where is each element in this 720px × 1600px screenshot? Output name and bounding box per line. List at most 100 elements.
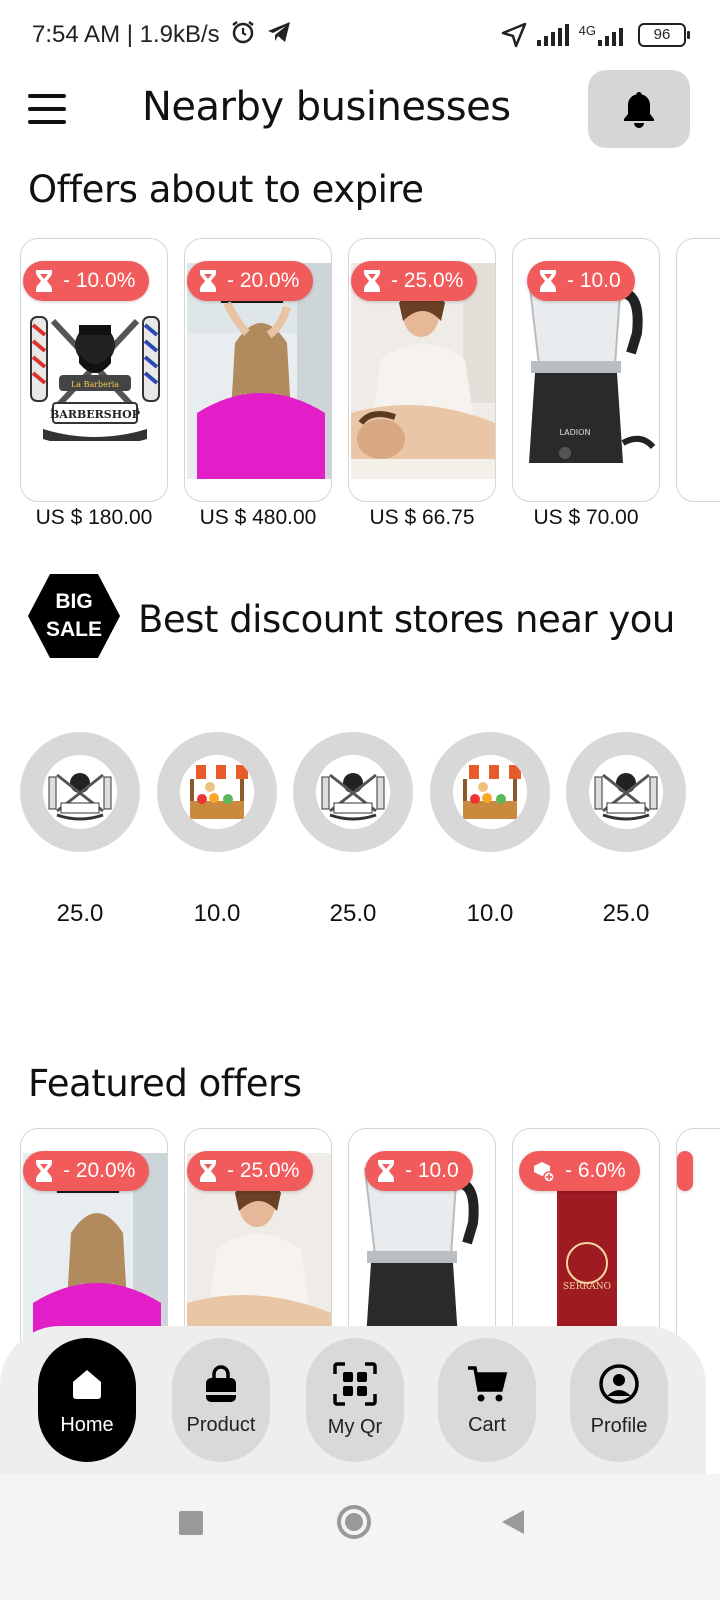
battery-indicator: 96 — [638, 23, 690, 47]
status-bar: 7:54 AM | 1.9kB/s 4G 96 — [0, 0, 720, 70]
badge-label: - 10.0% — [63, 269, 136, 292]
offer-card[interactable]: LADION - 10.0 — [512, 238, 660, 502]
nav-cart-label: Cart — [468, 1413, 506, 1436]
store-item[interactable]: 25.0 — [293, 732, 413, 928]
hamburger-icon — [28, 94, 66, 98]
market-stall-thumb — [453, 755, 527, 829]
offer-card[interactable]: - 20.0% — [184, 238, 332, 502]
telegram-icon — [266, 20, 292, 51]
featured-offers-carousel[interactable]: - 20.0% - 25.0% - 10.0 SERRANO - 6.0% — [20, 1128, 720, 1348]
status-time: 7:54 AM | 1.9kB/s — [32, 21, 220, 48]
market-stall-thumb — [180, 755, 254, 829]
discount-badge: - 20.0% — [187, 261, 314, 301]
expiring-section-title: Offers about to expire — [28, 168, 424, 211]
badge-label: - 10.0 — [405, 1159, 459, 1182]
shopping-bag-icon — [206, 1364, 236, 1402]
featured-card[interactable]: - 10.0 — [348, 1128, 496, 1348]
store-item[interactable]: 25.0 — [566, 732, 686, 928]
nav-profile-label: Profile — [590, 1414, 648, 1437]
nav-home[interactable]: Home — [38, 1338, 136, 1462]
bell-icon — [624, 92, 654, 128]
offer-price: US $ 480.00 — [199, 506, 317, 529]
store-item[interactable]: 25.0 — [20, 732, 140, 928]
bottom-navigation: Home Product My Qr Cart Profile — [0, 1326, 706, 1474]
store-item[interactable]: 10.0 — [430, 732, 550, 928]
badge-label: - 10.0 — [567, 269, 621, 292]
discount-stores-list[interactable]: 25.0 10.0 25.0 10.0 25.0 — [20, 732, 700, 942]
big-sale-line1: BIG — [55, 590, 92, 613]
hourglass-icon — [540, 270, 556, 292]
barbershop-logo-thumb — [589, 755, 663, 829]
page-title: Nearby businesses — [142, 84, 511, 130]
hourglass-icon — [200, 1160, 216, 1182]
menu-button[interactable] — [28, 94, 66, 124]
badge-label: - 6.0% — [565, 1159, 626, 1182]
offer-card[interactable]: La Barberia BARBERSHOP - 10.0% — [20, 238, 168, 502]
home-system-icon[interactable] — [336, 1504, 372, 1540]
featured-card[interactable]: SERRANO - 6.0% — [512, 1128, 660, 1348]
back-icon[interactable] — [500, 1508, 526, 1536]
discount-badge — [677, 1151, 693, 1191]
discount-badge: - 25.0% — [187, 1151, 314, 1191]
offer-price: US $ 66.75 — [369, 506, 475, 529]
signal-4g-icon — [598, 24, 628, 46]
location-arrow-icon — [501, 22, 527, 48]
store-discount: 25.0 — [56, 900, 104, 927]
hourglass-icon — [36, 1160, 52, 1182]
qr-code-icon — [333, 1361, 377, 1406]
svg-text:LADION: LADION — [560, 428, 591, 437]
cart-icon — [468, 1365, 508, 1401]
discount-badge: - 10.0% — [23, 261, 150, 301]
discount-badge: - 10.0 — [365, 1151, 473, 1191]
store-discount: 10.0 — [466, 900, 514, 927]
network-type: 4G — [578, 23, 596, 38]
recent-apps-icon[interactable] — [178, 1510, 204, 1536]
expiring-offers-carousel[interactable]: La Barberia BARBERSHOP - 10.0% US $ 180.… — [20, 238, 720, 538]
badge-label: - 20.0% — [227, 269, 300, 292]
svg-text:SERRANO: SERRANO — [563, 1282, 611, 1292]
alarm-icon — [230, 19, 256, 52]
featured-card[interactable]: - 20.0% — [20, 1128, 168, 1348]
barbershop-logo-thumb — [316, 755, 390, 829]
featured-card[interactable]: - 25.0% — [184, 1128, 332, 1348]
featured-card[interactable] — [676, 1128, 720, 1348]
big-sale-line2: SALE — [46, 618, 102, 641]
nav-myqr-label: My Qr — [327, 1415, 383, 1438]
badge-label: - 20.0% — [63, 1159, 136, 1182]
signal-icon — [536, 24, 569, 46]
store-discount: 10.0 — [193, 900, 241, 927]
nav-myqr[interactable]: My Qr — [306, 1338, 404, 1462]
nav-home-label: Home — [60, 1413, 114, 1436]
featured-section-title: Featured offers — [28, 1062, 302, 1105]
barbershop-logo-thumb — [43, 755, 117, 829]
svg-text:La Barberia: La Barberia — [71, 380, 119, 389]
hourglass-icon — [36, 270, 52, 292]
nav-profile[interactable]: Profile — [570, 1338, 668, 1462]
offer-price: US $ 70.00 — [533, 506, 639, 529]
nav-cart[interactable]: Cart — [438, 1338, 536, 1462]
store-item[interactable]: 10.0 — [157, 732, 277, 928]
hourglass-icon — [200, 270, 216, 292]
discount-badge: - 25.0% — [351, 261, 478, 301]
hourglass-icon — [378, 1160, 394, 1182]
offer-card[interactable]: - 25.0% — [348, 238, 496, 502]
discount-badge: - 20.0% — [23, 1151, 150, 1191]
discount-badge: - 6.0% — [519, 1151, 640, 1191]
hourglass-icon — [364, 270, 380, 292]
app-bar: Nearby businesses — [0, 70, 720, 150]
store-discount: 25.0 — [602, 900, 650, 927]
nav-product-label: Product — [186, 1413, 256, 1436]
offer-card[interactable] — [676, 238, 720, 502]
profile-icon — [599, 1363, 639, 1404]
nav-product[interactable]: Product — [172, 1338, 270, 1462]
badge-label: - 25.0% — [227, 1159, 300, 1182]
discount-badge: - 10.0 — [527, 261, 635, 301]
offer-price: US $ 180.00 — [35, 506, 153, 529]
big-sale-badge: BIG SALE — [28, 574, 120, 658]
home-icon — [73, 1369, 101, 1399]
badge-label: - 25.0% — [391, 269, 464, 292]
system-navigation-bar — [0, 1474, 720, 1600]
notifications-button[interactable] — [588, 70, 690, 148]
svg-text:BARBERSHOP: BARBERSHOP — [50, 408, 140, 421]
box-plus-icon — [534, 1162, 555, 1183]
